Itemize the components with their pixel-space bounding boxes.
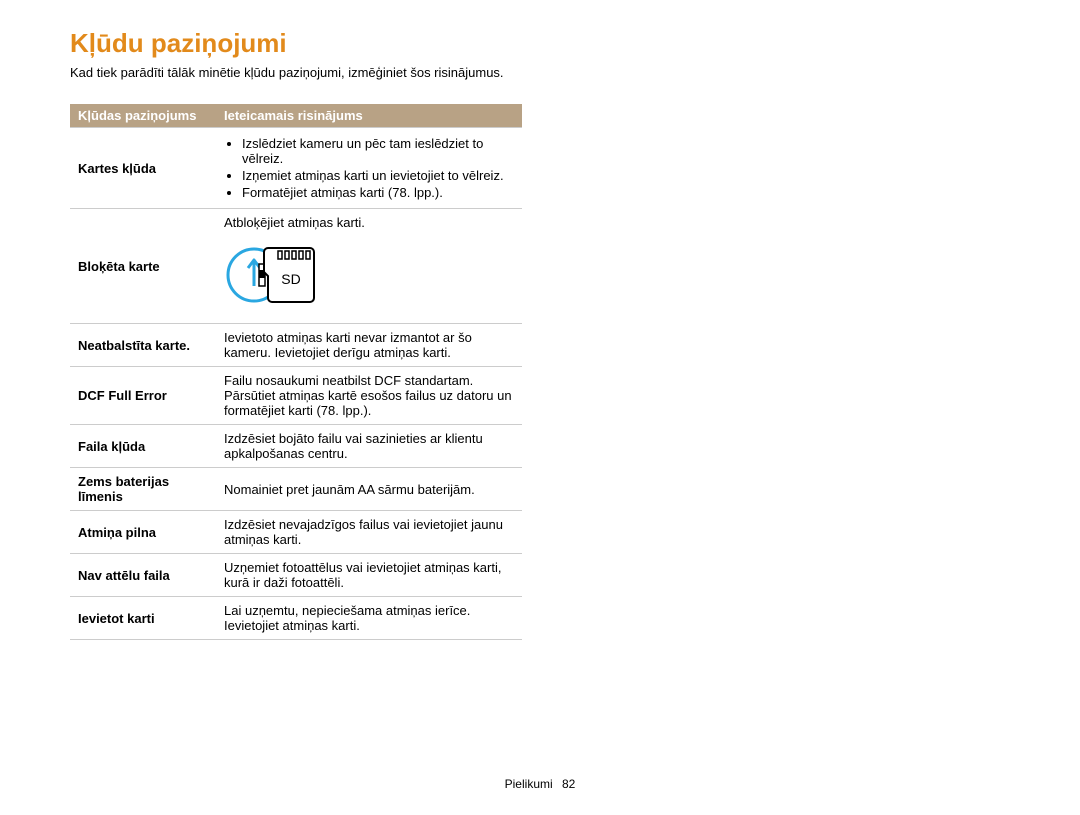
error-table: Kļūdas paziņojums Ieteicamais risinājums… <box>70 104 522 640</box>
table-row: Bloķēta karte Atbloķējiet atmiņas karti. <box>70 209 522 324</box>
row-label: Kartes kļūda <box>70 128 216 209</box>
row-solution: Ievietoto atmiņas karti nevar izmantot a… <box>216 324 522 367</box>
row-label: Neatbalstīta karte. <box>70 324 216 367</box>
table-row: Faila kļūda Izdzēsiet bojāto failu vai s… <box>70 425 522 468</box>
table-row: Neatbalstīta karte. Ievietoto atmiņas ka… <box>70 324 522 367</box>
table-row: Kartes kļūda Izslēdziet kameru un pēc ta… <box>70 128 522 209</box>
table-row: Atmiņa pilna Izdzēsiet nevajadzīgos fail… <box>70 511 522 554</box>
row-text: Atbloķējiet atmiņas karti. <box>224 215 514 230</box>
page-title: Kļūdu paziņojumi <box>70 28 1010 59</box>
table-row: Zems baterijas līmenis Nomainiet pret ja… <box>70 468 522 511</box>
table-header-solution: Ieteicamais risinājums <box>216 104 522 128</box>
row-solution: Atbloķējiet atmiņas karti. <box>216 209 522 324</box>
row-label: Ievietot karti <box>70 597 216 640</box>
row-solution: Izdzēsiet nevajadzīgos failus vai ieviet… <box>216 511 522 554</box>
bullet-item: Izslēdziet kameru un pēc tam ieslēdziet … <box>242 136 514 166</box>
row-solution: Uzņemiet fotoattēlus vai ievietojiet atm… <box>216 554 522 597</box>
row-solution: Failu nosaukumi neatbilst DCF standartam… <box>216 367 522 425</box>
bullet-item: Formatējiet atmiņas karti (78. lpp.). <box>242 185 514 200</box>
intro-text: Kad tiek parādīti tālāk minētie kļūdu pa… <box>70 65 1010 80</box>
row-label: Atmiņa pilna <box>70 511 216 554</box>
document-page: Kļūdu paziņojumi Kad tiek parādīti tālāk… <box>0 0 1080 815</box>
row-label: DCF Full Error <box>70 367 216 425</box>
svg-text:SD: SD <box>281 271 300 287</box>
page-footer: Pielikumi 82 <box>0 777 1080 791</box>
footer-section: Pielikumi <box>505 777 553 791</box>
row-label: Faila kļūda <box>70 425 216 468</box>
table-row: DCF Full Error Failu nosaukumi neatbilst… <box>70 367 522 425</box>
row-label: Bloķēta karte <box>70 209 216 324</box>
table-header-error: Kļūdas paziņojums <box>70 104 216 128</box>
row-label: Nav attēlu faila <box>70 554 216 597</box>
row-solution: Izslēdziet kameru un pēc tam ieslēdziet … <box>216 128 522 209</box>
bullet-item: Izņemiet atmiņas karti un ievietojiet to… <box>242 168 514 183</box>
bullet-list: Izslēdziet kameru un pēc tam ieslēdziet … <box>224 136 514 200</box>
row-label: Zems baterijas līmenis <box>70 468 216 511</box>
table-row: Ievietot karti Lai uzņemtu, nepieciešama… <box>70 597 522 640</box>
row-solution: Izdzēsiet bojāto failu vai sazinieties a… <box>216 425 522 468</box>
footer-page-number: 82 <box>562 777 575 791</box>
table-row: Nav attēlu faila Uzņemiet fotoattēlus va… <box>70 554 522 597</box>
sd-card-icon: SD <box>224 236 514 317</box>
row-solution: Nomainiet pret jaunām AA sārmu baterijām… <box>216 468 522 511</box>
row-solution: Lai uzņemtu, nepieciešama atmiņas ierīce… <box>216 597 522 640</box>
